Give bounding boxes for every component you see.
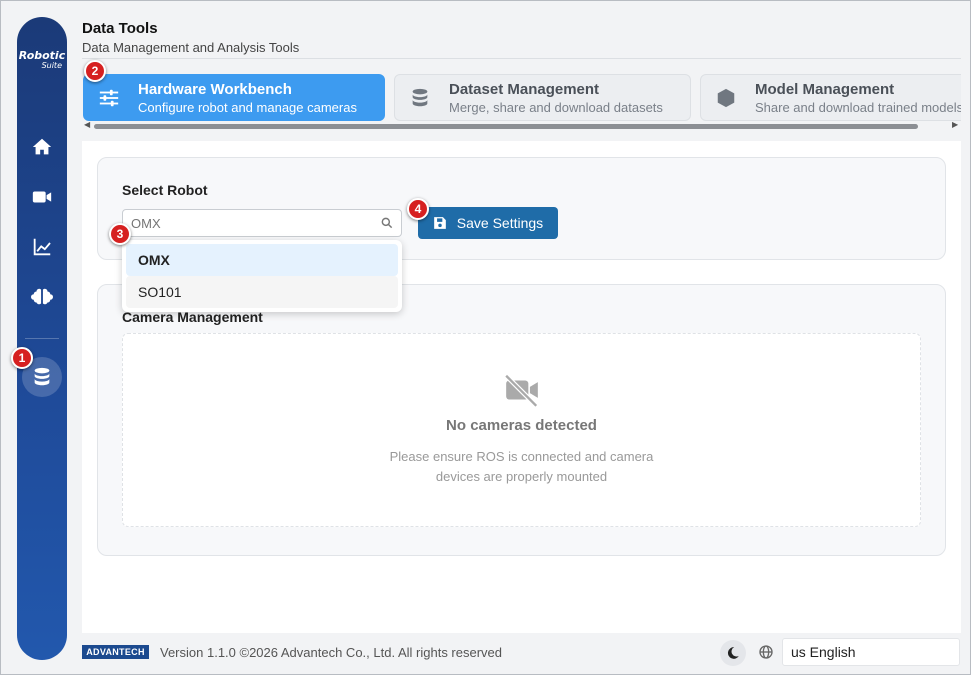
app-logo: Robotic Suite xyxy=(18,49,66,70)
select-robot-label: Select Robot xyxy=(122,182,208,198)
version-text: Version 1.1.0 ©2026 Advantech Co., Ltd. … xyxy=(160,645,503,660)
tab-scrollbar[interactable]: ◀ ▶ xyxy=(82,120,961,131)
robot-dropdown: OMX SO101 xyxy=(122,240,402,312)
annotation-marker-3: 3 xyxy=(109,223,131,245)
tab-model-management[interactable]: Model Management Share and download trai… xyxy=(700,74,961,121)
tab-dataset-management[interactable]: Dataset Management Merge, share and down… xyxy=(394,74,691,121)
brain-icon xyxy=(31,288,53,305)
tab-bar: Hardware Workbench Configure robot and m… xyxy=(82,61,961,131)
scroll-thumb[interactable] xyxy=(94,124,918,129)
advantech-logo: ADVANTECH xyxy=(82,645,149,659)
sidebar-item-home[interactable] xyxy=(22,127,62,167)
save-settings-button[interactable]: Save Settings xyxy=(418,207,558,239)
annotation-marker-4: 4 xyxy=(407,198,429,220)
sliders-icon xyxy=(99,89,119,106)
no-cameras-title: No cameras detected xyxy=(446,417,597,434)
page-title: Data Tools xyxy=(82,20,158,37)
page-subtitle: Data Management and Analysis Tools xyxy=(82,40,300,55)
language-select[interactable]: us English xyxy=(782,638,960,666)
sidebar-divider xyxy=(25,338,59,339)
moon-icon xyxy=(727,647,739,659)
sidebar-item-chart[interactable] xyxy=(22,227,62,267)
annotation-marker-1: 1 xyxy=(11,347,33,369)
home-icon xyxy=(32,138,52,155)
database-icon xyxy=(34,367,50,386)
app-window: Robotic Suite Data Tools Data Management… xyxy=(0,0,971,675)
chart-line-icon xyxy=(33,238,51,256)
video-off-icon xyxy=(504,374,538,408)
globe-icon xyxy=(759,645,773,659)
no-cameras-description: Please ensure ROS is connected and camer… xyxy=(389,449,654,484)
dropdown-option-so101[interactable]: SO101 xyxy=(126,276,398,308)
dropdown-option-omx[interactable]: OMX xyxy=(126,244,398,276)
robot-search-input[interactable] xyxy=(122,209,402,237)
video-camera-icon xyxy=(32,191,52,203)
sidebar-item-ai[interactable] xyxy=(22,277,62,317)
tab-hardware-workbench[interactable]: Hardware Workbench Configure robot and m… xyxy=(83,74,385,121)
database-icon xyxy=(412,88,428,106)
header-divider xyxy=(82,58,961,59)
search-icon xyxy=(381,217,393,229)
theme-toggle-button[interactable] xyxy=(720,640,746,666)
sidebar-item-video[interactable] xyxy=(22,177,62,217)
sidebar: Robotic Suite xyxy=(17,17,67,660)
save-icon xyxy=(433,217,446,229)
scroll-left-icon[interactable]: ◀ xyxy=(84,120,90,129)
cube-icon xyxy=(717,88,735,107)
scroll-right-icon[interactable]: ▶ xyxy=(952,120,958,129)
annotation-marker-2: 2 xyxy=(84,60,106,82)
